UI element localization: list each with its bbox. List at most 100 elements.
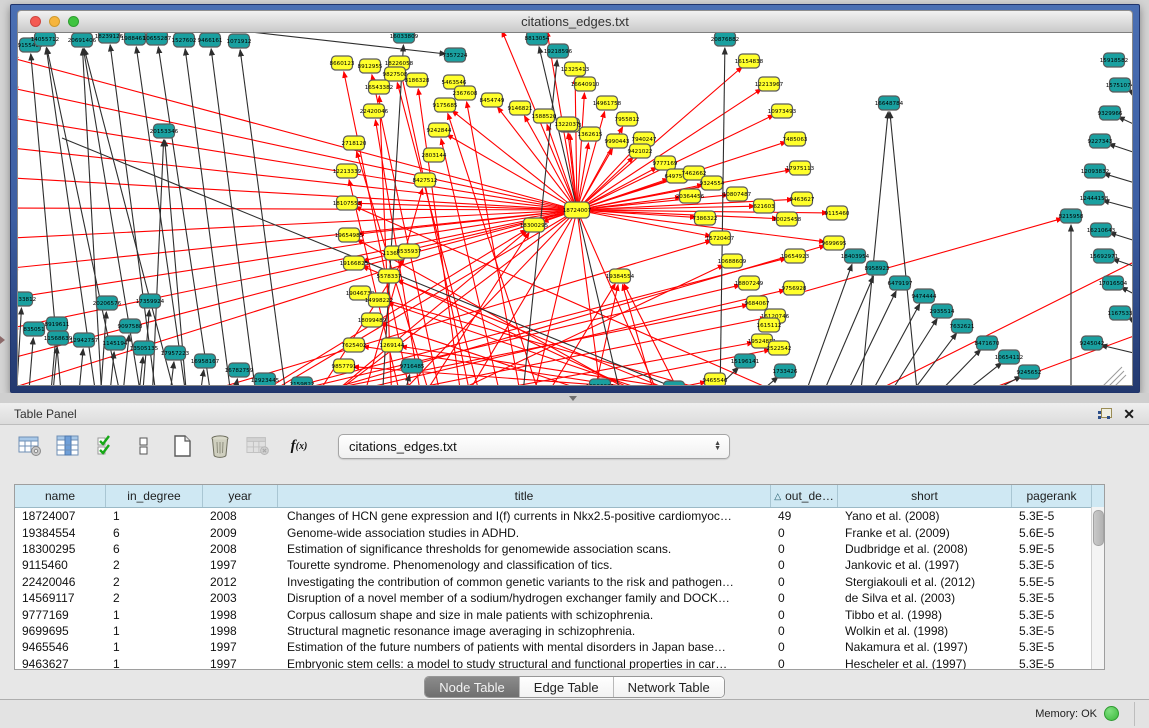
table-row[interactable]: 911546021997Tourette syndrome. Phenomeno… xyxy=(15,557,1104,573)
network-canvas[interactable]: 1872400718300295866012389129551822605898… xyxy=(17,33,1133,386)
graph-node[interactable]: 8535937 xyxy=(397,244,422,258)
panel-splitter[interactable] xyxy=(0,393,1149,403)
graph-edge[interactable] xyxy=(860,112,888,385)
graph-node[interactable]: 8958923 xyxy=(865,261,890,275)
graph-node[interactable]: 9421022 xyxy=(628,144,653,158)
table-row[interactable]: 946362711997Embryonic stem cells: a mode… xyxy=(15,656,1104,670)
graph-node[interactable]: 15918582 xyxy=(1100,53,1128,67)
tab-edge-table[interactable]: Edge Table xyxy=(520,677,614,697)
column-header-name[interactable]: name xyxy=(15,485,106,507)
splitter-handle-icon[interactable] xyxy=(569,396,577,401)
graph-edge[interactable] xyxy=(110,45,157,385)
graph-node[interactable]: 9465546 xyxy=(703,373,728,385)
graph-node[interactable]: 2935514 xyxy=(930,304,955,318)
graph-node[interactable]: 7357224 xyxy=(443,48,468,62)
graph-node[interactable]: 9756928 xyxy=(782,281,807,295)
graph-node[interactable]: 1733426 xyxy=(773,364,798,378)
graph-node[interactable]: 16640910 xyxy=(571,77,600,91)
graph-node[interactable]: 2803144 xyxy=(422,148,447,162)
graph-node[interactable]: 20206576 xyxy=(93,296,122,310)
graph-node[interactable]: 9146821 xyxy=(508,101,533,115)
graph-node[interactable]: 15720407 xyxy=(706,231,735,245)
graph-node[interactable]: 1588520 xyxy=(532,109,557,123)
graph-node[interactable]: 17359924 xyxy=(136,294,165,308)
graph-node[interactable]: 9466161 xyxy=(198,33,223,47)
graph-node[interactable]: 19654985 xyxy=(335,228,364,242)
graph-edge[interactable] xyxy=(929,349,981,385)
graph-edge[interactable] xyxy=(240,50,287,385)
graph-node[interactable]: 7485063 xyxy=(783,132,808,146)
graph-node[interactable]: 9684067 xyxy=(745,296,770,310)
table-row[interactable]: 977716911998Corpus callosum shape and si… xyxy=(15,606,1104,622)
graph-node[interactable]: 2367608 xyxy=(453,86,478,100)
left-collapse-arrow-icon[interactable] xyxy=(0,336,5,344)
graph-node[interactable]: 9324554 xyxy=(700,176,725,190)
graph-node[interactable]: 9245652 xyxy=(1017,365,1042,379)
row-height-icon[interactable] xyxy=(132,434,156,458)
graph-node[interactable]: 18239126 xyxy=(95,33,124,43)
new-document-icon[interactable] xyxy=(170,434,194,458)
graph-node[interactable]: 16648784 xyxy=(875,96,904,110)
table-row[interactable]: 1830029562008Estimation of significance … xyxy=(15,541,1104,557)
graph-node[interactable]: 10025458 xyxy=(773,212,802,226)
graph-node[interactable]: 18807249 xyxy=(735,276,764,290)
graph-node[interactable]: 19654923 xyxy=(781,249,810,263)
graph-node[interactable]: 12942757 xyxy=(70,333,99,347)
graph-node[interactable]: 1269144 xyxy=(380,338,405,352)
graph-node[interactable]: 835051 xyxy=(23,322,45,336)
graph-node[interactable]: 8660123 xyxy=(330,56,355,70)
graph-node[interactable]: 9990443 xyxy=(605,134,630,148)
graph-node[interactable]: 1167533 xyxy=(1108,306,1133,320)
column-header-title[interactable]: title xyxy=(278,485,771,507)
tab-node-table[interactable]: Node Table xyxy=(425,677,520,697)
graph-node[interactable]: 9115460 xyxy=(825,206,850,220)
graph-node[interactable]: 1527602 xyxy=(172,33,197,47)
graph-edge[interactable] xyxy=(18,308,21,385)
graph-edge[interactable] xyxy=(1104,174,1133,185)
graph-node[interactable]: 14961758 xyxy=(593,96,622,110)
graph-edge[interactable] xyxy=(211,49,257,385)
graph-node[interactable]: 7386322 xyxy=(693,211,718,225)
graph-edge[interactable] xyxy=(1118,117,1133,128)
graph-node[interactable]: 11568639 xyxy=(44,331,73,345)
table-vertical-scrollbar[interactable] xyxy=(1091,507,1104,669)
graph-node[interactable]: 7955812 xyxy=(615,112,640,126)
graph-node[interactable]: 12213339 xyxy=(333,164,362,178)
graph-node[interactable]: 20153346 xyxy=(150,124,179,138)
graph-node[interactable]: 7625402 xyxy=(342,338,367,352)
graph-node[interactable]: 1322037 xyxy=(555,117,580,131)
graph-node[interactable]: 17016504 xyxy=(1099,276,1128,290)
graph-node[interactable]: 16543382 xyxy=(365,80,393,94)
table-row[interactable]: 946554611997Estimation of the future num… xyxy=(15,639,1104,655)
graph-edge[interactable] xyxy=(28,338,33,385)
graph-node[interactable]: 19166825 xyxy=(340,256,369,270)
graph-node[interactable]: 12325413 xyxy=(561,62,590,76)
table-settings-icon[interactable] xyxy=(18,434,42,458)
graph-node[interactable]: 12093832 xyxy=(1081,164,1109,178)
graph-edge[interactable] xyxy=(577,210,662,385)
graph-node[interactable]: 20876882 xyxy=(711,33,739,46)
delete-trash-icon[interactable] xyxy=(208,434,232,458)
graph-node[interactable]: 17975113 xyxy=(786,161,815,175)
graph-edge[interactable] xyxy=(951,363,1002,385)
graph-node[interactable]: 9097588 xyxy=(118,319,143,333)
graph-node[interactable]: 15196141 xyxy=(731,354,760,368)
graph-node[interactable]: 19218596 xyxy=(544,44,573,58)
table-row[interactable]: 1938455462009Genome-wide association stu… xyxy=(15,524,1104,540)
graph-edge[interactable] xyxy=(158,47,212,385)
graph-node[interactable]: 16958167 xyxy=(191,354,220,368)
graph-node[interactable]: 19384554 xyxy=(606,269,635,283)
graph-edge[interactable] xyxy=(890,112,918,385)
graph-edge[interactable] xyxy=(1110,233,1133,243)
graph-edge[interactable] xyxy=(199,370,204,385)
network-window-titlebar[interactable]: citations_edges.txt xyxy=(17,10,1133,33)
graph-node[interactable]: 9716485 xyxy=(400,359,425,373)
column-header-year[interactable]: year xyxy=(203,485,278,507)
graph-node[interactable]: 621603 xyxy=(753,199,775,213)
graph-node[interactable]: 18099489 xyxy=(358,313,387,327)
graph-node[interactable]: 2718120 xyxy=(342,136,367,150)
graph-node[interactable]: 14055712 xyxy=(31,33,59,46)
graph-node[interactable]: 9227343 xyxy=(1088,134,1113,148)
graph-node[interactable]: 15751074 xyxy=(1106,78,1133,92)
column-header-in-degree[interactable]: in_degree xyxy=(106,485,203,507)
